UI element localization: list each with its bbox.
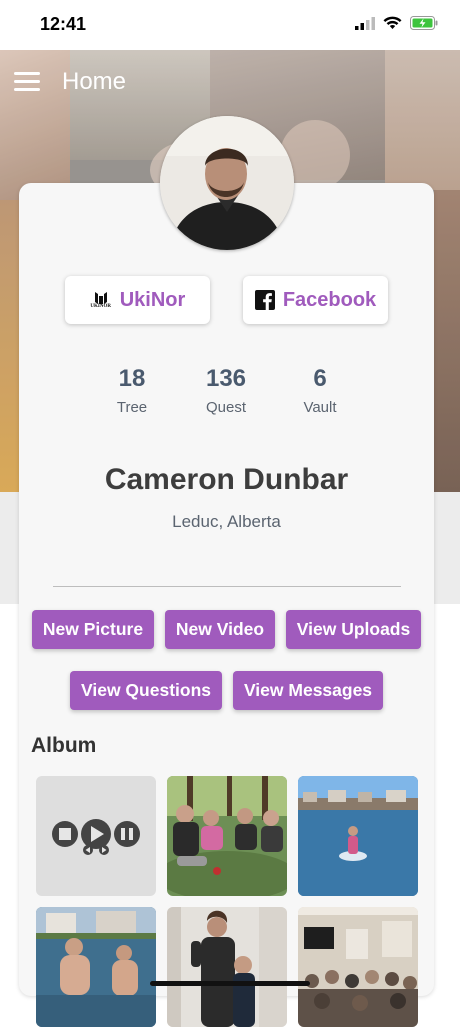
stat-vault-label: Vault — [303, 399, 337, 416]
ukinor-logo-icon: UKINOR — [90, 291, 112, 309]
user-name: Cameron Dunbar — [104, 463, 349, 496]
stat-vault[interactable]: 6 Vault — [280, 365, 360, 416]
profile-card: UKINOR UkiNor Facebook 18 Tree 136 Quest… — [19, 183, 434, 1027]
divider — [53, 586, 401, 587]
album-item-photo[interactable] — [167, 776, 287, 896]
album-item-video[interactable] — [36, 776, 156, 896]
new-picture-button[interactable]: New Picture — [32, 610, 154, 649]
profile-avatar[interactable] — [160, 116, 294, 250]
album-item-photo[interactable] — [36, 907, 156, 1027]
profile-photo — [160, 116, 294, 250]
photo-swimmers-lake — [36, 907, 156, 1027]
photo-family-hallway — [167, 907, 287, 1027]
new-video-button[interactable]: New Video — [165, 610, 275, 649]
view-questions-button[interactable]: View Questions — [70, 671, 222, 710]
app-header: Home — [0, 58, 460, 108]
status-bar: 12:41 — [0, 0, 460, 50]
album-item-photo[interactable] — [298, 776, 418, 896]
facebook-icon — [254, 290, 275, 310]
status-icons — [355, 16, 438, 30]
page-title: Home — [62, 68, 127, 95]
signal-icon — [355, 16, 375, 30]
view-messages-button[interactable]: View Messages — [233, 671, 383, 710]
facebook-button[interactable]: Facebook — [243, 276, 388, 324]
album-item-photo[interactable] — [167, 907, 287, 1027]
hamburger-menu-icon[interactable] — [14, 72, 40, 92]
view-uploads-button[interactable]: View Uploads — [286, 610, 421, 649]
video-placeholder-icon — [52, 819, 140, 855]
status-time: 12:41 — [40, 14, 87, 34]
wifi-icon — [383, 16, 402, 29]
stat-quest-value: 136 — [205, 365, 247, 392]
photo-audience-room — [298, 907, 418, 1027]
ukinor-button-label: UkiNor — [119, 288, 186, 311]
stat-tree-label: Tree — [116, 399, 148, 416]
facebook-button-label: Facebook — [282, 288, 377, 311]
battery-charging-icon — [410, 16, 438, 30]
ukinor-button[interactable]: UKINOR UkiNor — [65, 276, 210, 324]
album-title: Album — [31, 734, 97, 757]
stat-quest[interactable]: 136 Quest — [186, 365, 266, 416]
stat-vault-value: 6 — [313, 365, 327, 392]
photo-paddleboard-lake — [298, 776, 418, 896]
stat-quest-label: Quest — [205, 399, 247, 416]
album-item-photo[interactable] — [298, 907, 418, 1027]
user-location: Leduc, Alberta — [172, 512, 281, 531]
stat-tree[interactable]: 18 Tree — [92, 365, 172, 416]
photo-group-outdoors — [167, 776, 287, 896]
home-indicator — [150, 981, 310, 986]
stat-tree-value: 18 — [118, 365, 146, 392]
